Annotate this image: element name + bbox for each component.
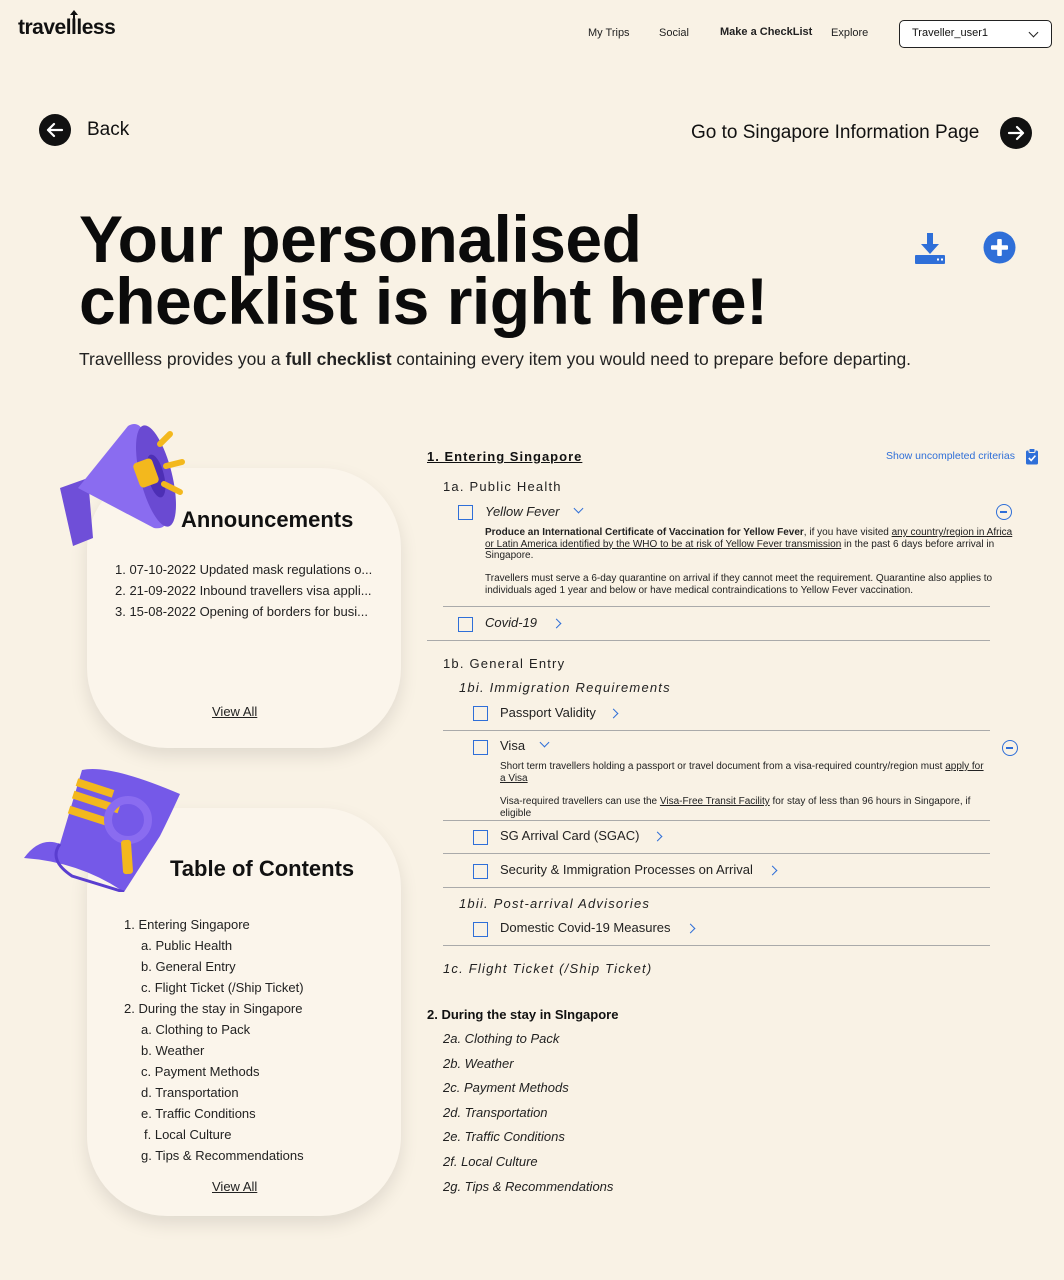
divider	[443, 945, 990, 946]
toc-list: 1. Entering Singapore a. Public Health b…	[124, 914, 304, 1166]
checkbox-sgac[interactable]	[473, 830, 488, 845]
forward-arrow-icon[interactable]	[1000, 117, 1032, 149]
toc-view-all-link[interactable]: View All	[212, 1179, 257, 1194]
visa-transit-note: Visa-required travellers can use the Vis…	[500, 796, 971, 819]
chevron-down-icon[interactable]	[539, 737, 550, 748]
chevron-down-icon	[1028, 27, 1039, 38]
checkbox-covid[interactable]	[458, 617, 473, 632]
user-name: Traveller_user1	[912, 27, 989, 39]
megaphone-icon	[48, 418, 188, 550]
nav-explore[interactable]: Explore	[831, 27, 868, 39]
item-passport-validity[interactable]: Passport Validity	[500, 705, 596, 720]
show-uncompleted-link[interactable]: Show uncompleted criterias	[886, 450, 1015, 462]
subsection-immigration[interactable]: 1bi. Immigration Requirements	[459, 680, 671, 695]
toc-item[interactable]: 1. Entering Singapore	[124, 914, 304, 935]
divider	[443, 887, 990, 888]
checkbox-security[interactable]	[473, 864, 488, 879]
section2-item[interactable]: 2a. Clothing to Pack	[443, 1031, 559, 1046]
section2-item[interactable]: 2f. Local Culture	[443, 1154, 538, 1169]
logo-arrow-icon	[70, 10, 78, 24]
announcement-item[interactable]: 3. 15-08-2022 Opening of borders for bus…	[115, 601, 372, 622]
announcements-view-all-link[interactable]: View All	[212, 704, 257, 719]
item-security-immigration[interactable]: Security & Immigration Processes on Arri…	[500, 862, 753, 877]
divider	[443, 606, 990, 607]
toc-item[interactable]: b. Weather	[124, 1040, 304, 1061]
scroll-map-icon	[20, 766, 185, 894]
section2-item[interactable]: 2c. Payment Methods	[443, 1080, 569, 1095]
page-title-line2: checklist is right here!	[79, 264, 768, 338]
announcements-list: 1. 07-10-2022 Updated mask regulations o…	[115, 559, 372, 622]
nav-make-checklist[interactable]: Make a CheckList	[720, 26, 812, 38]
toc-item[interactable]: 2. During the stay in Singapore	[124, 998, 304, 1019]
chevron-right-icon[interactable]	[608, 708, 619, 719]
visa-description: Short term travellers holding a passport…	[500, 761, 984, 784]
page-title: Your personalised checklist is right her…	[79, 202, 839, 338]
toc-item[interactable]: g. Tips & Recommendations	[124, 1145, 304, 1166]
announcement-item[interactable]: 1. 07-10-2022 Updated mask regulations o…	[115, 559, 372, 580]
subsection-post-arrival[interactable]: 1bii. Post-arrival Advisories	[459, 896, 650, 911]
subsection-general-entry[interactable]: 1b. General Entry	[443, 656, 565, 671]
checkbox-passport[interactable]	[473, 706, 488, 721]
toc-item[interactable]: a. Public Health	[124, 935, 304, 956]
chevron-right-icon[interactable]	[652, 831, 663, 842]
announcements-title: Announcements	[181, 507, 354, 532]
toc-item[interactable]: b. General Entry	[124, 956, 304, 977]
add-circle-icon[interactable]	[983, 231, 1016, 264]
section-during-stay[interactable]: 2. During the stay in SIngapore	[427, 1007, 618, 1022]
subsection-public-health[interactable]: 1a. Public Health	[443, 479, 562, 494]
logo[interactable]: travellless	[18, 10, 116, 40]
chevron-down-icon[interactable]	[573, 503, 584, 514]
clipboard-check-icon[interactable]	[1025, 448, 1039, 465]
download-icon[interactable]	[913, 231, 947, 265]
chevron-right-icon[interactable]	[551, 618, 562, 629]
checkbox-yellow-fever[interactable]	[458, 505, 473, 520]
item-visa[interactable]: Visa	[500, 738, 525, 753]
divider	[443, 853, 990, 854]
nav-my-trips[interactable]: My Trips	[588, 27, 630, 39]
yellow-fever-quarantine-note: Travellers must serve a 6-day quarantine…	[485, 573, 993, 596]
toc-title: Table of Contents	[170, 856, 355, 881]
toc-item[interactable]: d. Transportation	[124, 1082, 304, 1103]
visa-free-transit-link[interactable]: Visa-Free Transit Facility	[660, 796, 770, 807]
item-sg-arrival-card[interactable]: SG Arrival Card (SGAC)	[500, 828, 639, 843]
divider	[443, 730, 990, 731]
toc-item[interactable]: a. Clothing to Pack	[124, 1019, 304, 1040]
section2-item[interactable]: 2g. Tips & Recommendations	[443, 1179, 613, 1194]
item-domestic-covid-measures[interactable]: Domestic Covid-19 Measures	[500, 920, 671, 935]
yellow-fever-description: Produce an International Certificate of …	[485, 527, 1013, 561]
toc-item[interactable]: c. Payment Methods	[124, 1061, 304, 1082]
section2-item[interactable]: 2b. Weather	[443, 1056, 514, 1071]
back-button[interactable]: Back	[87, 119, 129, 141]
back-arrow-icon[interactable]	[39, 114, 71, 146]
announcement-item[interactable]: 2. 21-09-2022 Inbound travellers visa ap…	[115, 580, 372, 601]
page-subtitle: Travellless provides you a full checklis…	[79, 349, 912, 369]
divider	[427, 640, 990, 641]
item-yellow-fever[interactable]: Yellow Fever	[485, 504, 559, 519]
section-entering-singapore[interactable]: 1. Entering Singapore	[427, 449, 582, 464]
collapse-minus-icon[interactable]	[1002, 740, 1018, 756]
checkbox-domestic-covid[interactable]	[473, 922, 488, 937]
toc-item[interactable]: e. Traffic Conditions	[124, 1103, 304, 1124]
toc-item[interactable]: f. Local Culture	[124, 1124, 304, 1145]
page-title-line1: Your personalised	[79, 202, 642, 276]
user-dropdown[interactable]: Traveller_user1	[899, 20, 1052, 48]
checkbox-visa[interactable]	[473, 740, 488, 755]
singapore-info-link[interactable]: Go to Singapore Information Page	[691, 122, 979, 144]
chevron-right-icon[interactable]	[685, 923, 696, 934]
nav-social[interactable]: Social	[659, 27, 689, 39]
section2-item[interactable]: 2e. Traffic Conditions	[443, 1129, 565, 1144]
divider	[443, 820, 990, 821]
toc-item[interactable]: c. Flight Ticket (/Ship Ticket)	[124, 977, 304, 998]
subsection-flight-ticket[interactable]: 1c. Flight Ticket (/Ship Ticket)	[443, 961, 652, 976]
section2-item[interactable]: 2d. Transportation	[443, 1105, 548, 1120]
item-covid-19[interactable]: Covid-19	[485, 615, 537, 630]
collapse-minus-icon[interactable]	[996, 504, 1012, 520]
chevron-right-icon[interactable]	[767, 865, 778, 876]
